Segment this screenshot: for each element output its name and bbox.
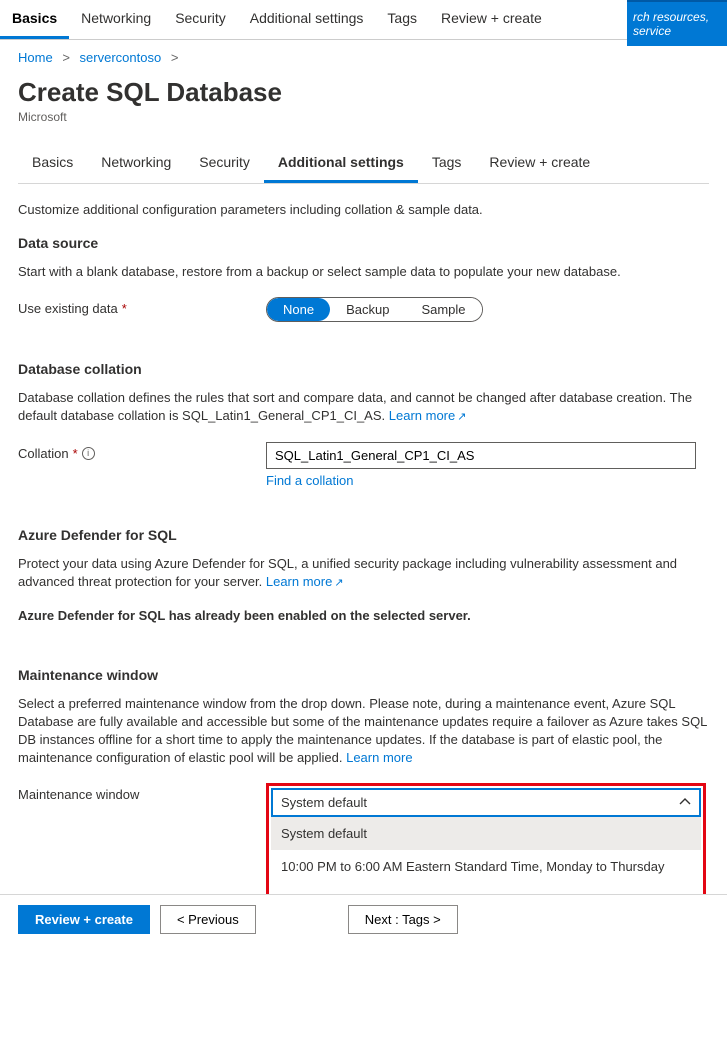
use-existing-data-options: None Backup Sample bbox=[266, 297, 483, 322]
review-create-button[interactable]: Review + create bbox=[18, 905, 150, 934]
top-tab-security[interactable]: Security bbox=[163, 0, 238, 39]
top-tab-bar: Basics Networking Security Additional se… bbox=[0, 0, 727, 40]
defender-heading: Azure Defender for SQL bbox=[18, 527, 709, 543]
intro-text: Customize additional configuration param… bbox=[18, 202, 709, 217]
maintenance-window-dropdown[interactable]: System default bbox=[271, 788, 701, 817]
page-subtitle: Microsoft bbox=[18, 110, 709, 124]
tab-tags[interactable]: Tags bbox=[418, 144, 476, 183]
top-tab-basics[interactable]: Basics bbox=[0, 0, 69, 39]
option-sample[interactable]: Sample bbox=[405, 298, 481, 321]
page-title: Create SQL Database bbox=[18, 77, 709, 108]
tab-basics[interactable]: Basics bbox=[18, 144, 87, 183]
breadcrumb-home[interactable]: Home bbox=[18, 50, 53, 65]
maintenance-option-default[interactable]: System default bbox=[271, 817, 701, 850]
top-tab-review-create[interactable]: Review + create bbox=[429, 0, 554, 39]
defender-learn-more-link[interactable]: Learn more↗ bbox=[266, 574, 344, 589]
previous-button[interactable]: < Previous bbox=[160, 905, 256, 934]
maintenance-heading: Maintenance window bbox=[18, 667, 709, 683]
option-none[interactable]: None bbox=[267, 298, 330, 321]
collation-learn-more-link[interactable]: Learn more↗ bbox=[389, 408, 467, 423]
breadcrumb-server[interactable]: servercontoso bbox=[80, 50, 162, 65]
global-search-fragment[interactable]: rch resources, service bbox=[627, 0, 727, 46]
tab-review-create[interactable]: Review + create bbox=[475, 144, 604, 183]
required-star: * bbox=[73, 446, 78, 461]
collation-label: Collation * i bbox=[18, 442, 266, 461]
maintenance-window-label: Maintenance window bbox=[18, 783, 266, 802]
maintenance-learn-more-link[interactable]: Learn more bbox=[346, 750, 412, 765]
breadcrumb-separator: > bbox=[171, 50, 179, 65]
collation-heading: Database collation bbox=[18, 361, 709, 377]
next-button[interactable]: Next : Tags > bbox=[348, 905, 458, 934]
top-tab-networking[interactable]: Networking bbox=[69, 0, 163, 39]
info-icon[interactable]: i bbox=[82, 447, 95, 460]
data-source-text: Start with a blank database, restore fro… bbox=[18, 263, 709, 281]
defender-text: Protect your data using Azure Defender f… bbox=[18, 555, 709, 592]
breadcrumb: Home > servercontoso > bbox=[0, 40, 727, 75]
tab-security[interactable]: Security bbox=[185, 144, 264, 183]
maintenance-text: Select a preferred maintenance window fr… bbox=[18, 695, 709, 768]
data-source-heading: Data source bbox=[18, 235, 709, 251]
external-link-icon: ↗ bbox=[334, 577, 343, 589]
collation-text: Database collation defines the rules tha… bbox=[18, 389, 709, 426]
find-collation-link[interactable]: Find a collation bbox=[266, 473, 353, 488]
breadcrumb-separator: > bbox=[62, 50, 70, 65]
required-star: * bbox=[122, 301, 127, 316]
wizard-footer: Review + create < Previous Next : Tags > bbox=[0, 894, 727, 944]
top-tab-additional-settings[interactable]: Additional settings bbox=[238, 0, 376, 39]
tab-networking[interactable]: Networking bbox=[87, 144, 185, 183]
use-existing-data-label: Use existing data * bbox=[18, 297, 266, 316]
chevron-up-icon bbox=[679, 796, 691, 811]
defender-enabled-text: Azure Defender for SQL has already been … bbox=[18, 607, 709, 625]
collation-input[interactable] bbox=[266, 442, 696, 469]
tab-additional-settings[interactable]: Additional settings bbox=[264, 144, 418, 183]
external-link-icon: ↗ bbox=[457, 411, 466, 423]
wizard-tab-bar: Basics Networking Security Additional se… bbox=[18, 144, 709, 184]
option-backup[interactable]: Backup bbox=[330, 298, 405, 321]
top-tab-tags[interactable]: Tags bbox=[375, 0, 429, 39]
maintenance-option-mon-thu[interactable]: 10:00 PM to 6:00 AM Eastern Standard Tim… bbox=[271, 850, 701, 883]
